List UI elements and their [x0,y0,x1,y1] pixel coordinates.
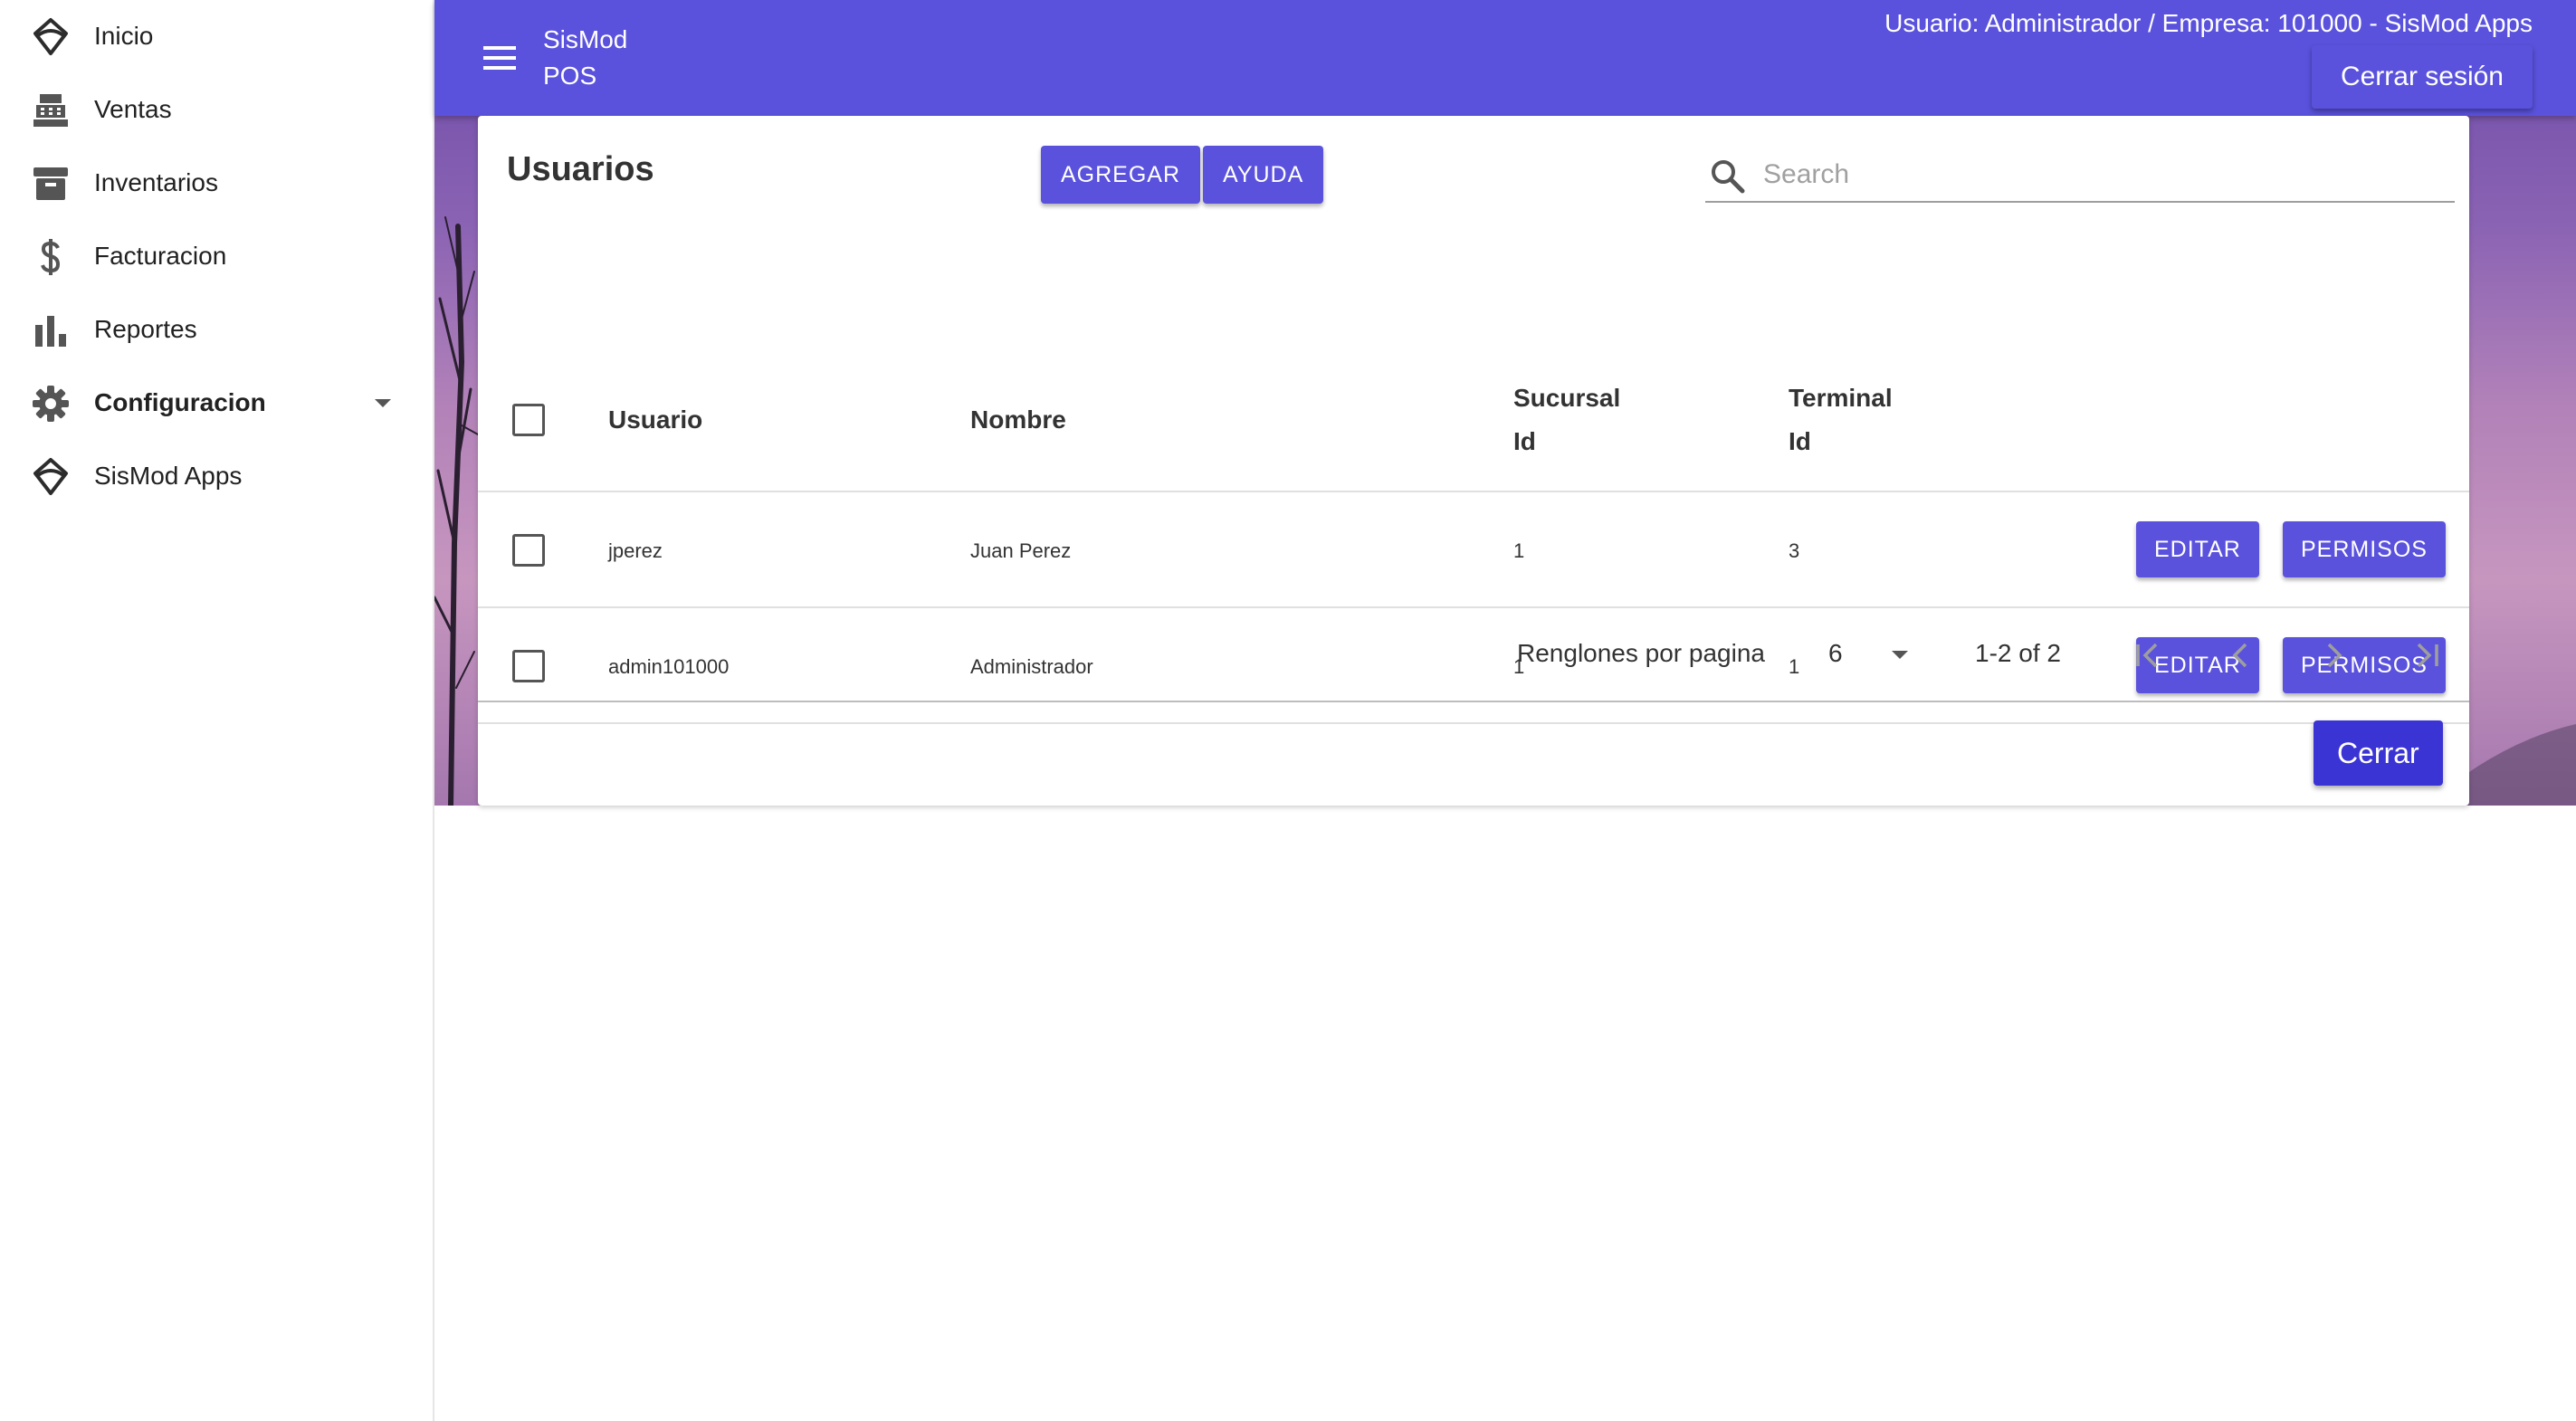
sidebar-item-label: Ventas [94,95,172,123]
bar-chart-icon [31,310,71,350]
cell-usuario: jperez [608,539,663,562]
menu-icon[interactable] [482,40,518,76]
column-header-sucursal-line1: Sucursal [1513,384,1621,412]
next-page-icon[interactable] [2310,632,2357,679]
sidebar-item-label: Reportes [94,315,197,343]
edit-button[interactable]: EDITAR [2136,521,2259,577]
cell-sucursal-id: 1 [1513,539,1525,562]
brand-line-1: SisMod [543,25,628,53]
sidebar-item-label: Configuracion [94,388,266,416]
first-page-icon[interactable] [2123,632,2171,679]
column-header-nombre[interactable]: Nombre [970,398,1066,442]
logout-button[interactable]: Cerrar sesión [2311,45,2533,109]
sidebar-item-ventas[interactable]: Ventas [0,78,434,141]
sidebar-item-reportes[interactable]: Reportes [0,298,434,361]
session-info: Usuario: Administrador / Empresa: 101000… [1884,9,2533,37]
sidebar-item-facturacion[interactable]: Facturacion [0,224,434,288]
column-header-usuario[interactable]: Usuario [608,398,702,442]
rows-per-page-label: Renglones por pagina [1517,639,1765,667]
sidebar-item-label: Facturacion [94,242,227,270]
table-header: Usuario Nombre Sucursal Id Terminal Id [478,261,2469,492]
sismod-logo-icon [31,457,71,497]
chevron-down-icon [1890,644,1910,664]
page-range: 1-2 of 2 [1975,639,2061,667]
sidebar-item-label: SisMod Apps [94,462,243,490]
pagination: Renglones por pagina 6 1-2 of 2 [478,608,2469,702]
column-header-terminal-line1: Terminal [1789,384,1893,412]
sidebar-item-label: Inventarios [94,168,218,196]
previous-page-icon[interactable] [2218,632,2265,679]
sidebar-item-label: Inicio [94,22,154,50]
column-header-terminal[interactable]: Terminal Id [1789,377,1893,463]
sismod-logo-icon [31,17,71,57]
brand-line-2: POS [543,62,597,90]
app-bar: SisMod POS Usuario: Administrador / Empr… [434,0,2576,116]
users-card: Usuarios AGREGAR AYUDA Usuario Nombre Su… [478,116,2469,806]
cell-terminal-id: 3 [1789,539,1800,562]
search-input[interactable] [1763,154,2433,196]
dollar-icon [31,237,71,277]
sidebar-item-inventarios[interactable]: Inventarios [0,151,434,215]
sidebar-item-configuracion[interactable]: Configuracion [0,371,434,434]
row-checkbox[interactable] [512,534,545,567]
column-header-sucursal[interactable]: Sucursal Id [1513,377,1620,463]
cash-register-icon [31,91,71,130]
rows-per-page-value: 6 [1828,639,1843,667]
add-button[interactable]: AGREGAR [1041,146,1201,204]
sidebar-item-sismod-apps[interactable]: SisMod Apps [0,444,434,508]
search-bar [1705,150,2455,203]
last-page-icon[interactable] [2404,632,2451,679]
table-row: jperez Juan Perez 1 3 EDITAR PERMISOS [478,492,2469,608]
search-icon [1709,157,1745,194]
permissions-button[interactable]: PERMISOS [2283,521,2446,577]
gear-icon [31,384,71,424]
rows-per-page-select[interactable]: 6 [1828,632,1922,679]
archive-box-icon [31,164,71,204]
sidebar-item-inicio[interactable]: Inicio [0,5,434,68]
chevron-down-icon[interactable] [373,393,393,413]
select-all-checkbox[interactable] [512,404,545,436]
close-button[interactable]: Cerrar [2314,720,2443,786]
column-header-terminal-line2: Id [1789,427,1811,455]
column-header-sucursal-line2: Id [1513,427,1536,455]
sidebar: Inicio Ventas Inventarios Facturacion Re… [0,0,434,1421]
page-title: Usuarios [507,150,654,188]
help-button[interactable]: AYUDA [1203,146,1324,204]
app-brand: SisMod POS [543,22,627,94]
cell-nombre: Juan Perez [970,539,1072,562]
